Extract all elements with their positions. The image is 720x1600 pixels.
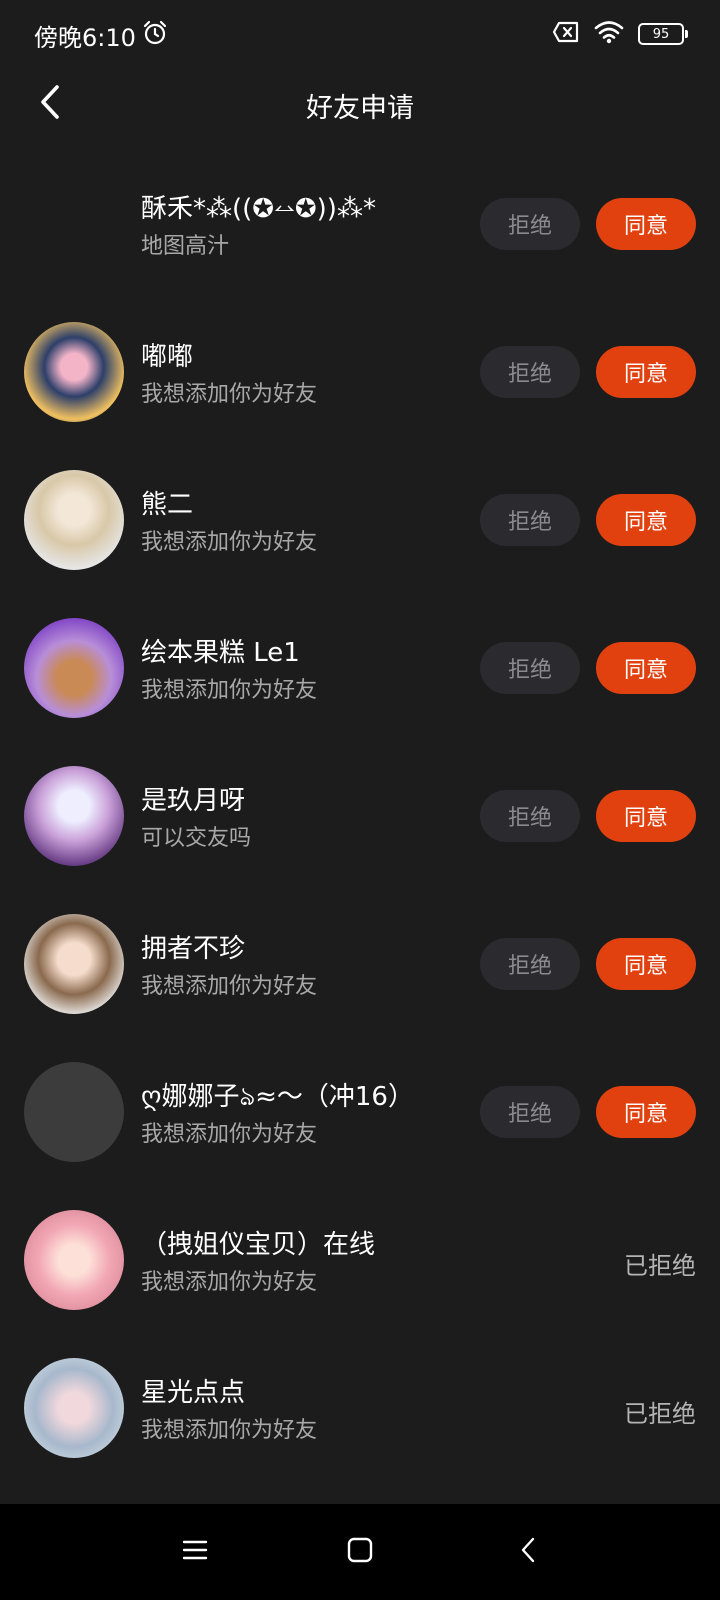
accept-button[interactable]: 同意 [596,642,696,694]
request-row: 嘟嘟 我想添加你为好友 拒绝 同意 [0,298,720,446]
requester-name: （拽姐仪宝贝）在线 [141,1230,376,1260]
home-button[interactable] [338,1530,382,1574]
accept-button[interactable]: 同意 [596,790,696,842]
reject-button[interactable]: 拒绝 [480,938,580,990]
status-icons: 95 [552,20,688,48]
request-row: 是玖月呀 可以交友吗 拒绝 同意 [0,742,720,890]
accept-button[interactable]: 同意 [596,938,696,990]
reject-button[interactable]: 拒绝 [480,494,580,546]
rejected-status: 已拒绝 [624,1400,696,1428]
avatar[interactable] [24,766,124,866]
avatar[interactable] [24,618,124,718]
avatar[interactable] [24,1062,124,1162]
avatar[interactable] [24,174,124,274]
status-time-group: 傍晚6:10 [34,18,168,53]
page-title: 好友申请 [306,93,414,124]
sim-x-icon [552,21,580,47]
requester-name: 是玖月呀 [141,786,246,816]
request-message: 地图高汁 [141,234,230,259]
requester-name: 熊二 [141,490,194,520]
request-row: ღ娜娜子ঌ≈～（冲16） 我想添加你为好友 拒绝 同意 [0,1038,720,1186]
request-message: 我想添加你为好友 [141,1418,318,1443]
reject-button[interactable]: 拒绝 [480,346,580,398]
request-row: 星光点点 我想添加你为好友 已拒绝 [0,1334,720,1482]
header: 好友申请 [0,70,720,140]
accept-button[interactable]: 同意 [596,198,696,250]
requester-name: 嘟嘟 [141,342,194,372]
avatar[interactable] [24,322,124,422]
menu-button[interactable] [173,1530,217,1574]
home-icon [347,1537,373,1567]
avatar[interactable] [24,1210,124,1310]
nav-back-icon [519,1536,537,1568]
battery-level: 95 [652,26,670,42]
menu-icon [182,1538,208,1566]
accept-button[interactable]: 同意 [596,1086,696,1138]
status-time: 傍晚6:10 [34,24,136,52]
reject-button[interactable]: 拒绝 [480,1086,580,1138]
navigation-bar [0,1504,720,1600]
requester-name: 星光点点 [141,1378,246,1408]
accept-button[interactable]: 同意 [596,346,696,398]
request-message: 我想添加你为好友 [141,530,318,555]
reject-button[interactable]: 拒绝 [480,198,580,250]
rejected-status: 已拒绝 [624,1252,696,1280]
status-bar: 傍晚6:10 95 [0,0,720,70]
wifi-icon [594,20,624,48]
avatar[interactable] [24,1358,124,1458]
accept-button[interactable]: 同意 [596,494,696,546]
requester-name: 拥者不珍 [141,934,246,964]
requester-name: ღ娜娜子ঌ≈～（冲16） [141,1082,414,1112]
alarm-icon [142,20,168,52]
requester-name: 酥禾*⁂((✪⥎✪))⁂* [141,194,376,224]
request-message: 我想添加你为好友 [141,678,318,703]
request-message: 我想添加你为好友 [141,1270,318,1295]
request-row: 绘本果糕 Le1 我想添加你为好友 拒绝 同意 [0,594,720,742]
avatar[interactable] [24,470,124,570]
reject-button[interactable]: 拒绝 [480,642,580,694]
battery-icon: 95 [638,23,688,45]
request-message: 我想添加你为好友 [141,1122,318,1147]
request-message: 我想添加你为好友 [141,382,318,407]
nav-back-button[interactable] [506,1530,550,1574]
request-message: 我想添加你为好友 [141,974,318,999]
request-row: 酥禾*⁂((✪⥎✪))⁂* 地图高汁 拒绝 同意 [0,150,720,298]
request-message: 可以交友吗 [141,826,252,851]
avatar[interactable] [24,914,124,1014]
request-row: 熊二 我想添加你为好友 拒绝 同意 [0,446,720,594]
friend-request-list: 酥禾*⁂((✪⥎✪))⁂* 地图高汁 拒绝 同意 嘟嘟 我想添加你为好友 拒绝 … [0,150,720,1482]
request-row: （拽姐仪宝贝）在线 我想添加你为好友 已拒绝 [0,1186,720,1334]
requester-name: 绘本果糕 Le1 [141,638,300,668]
reject-button[interactable]: 拒绝 [480,790,580,842]
request-row: 拥者不珍 我想添加你为好友 拒绝 同意 [0,890,720,1038]
